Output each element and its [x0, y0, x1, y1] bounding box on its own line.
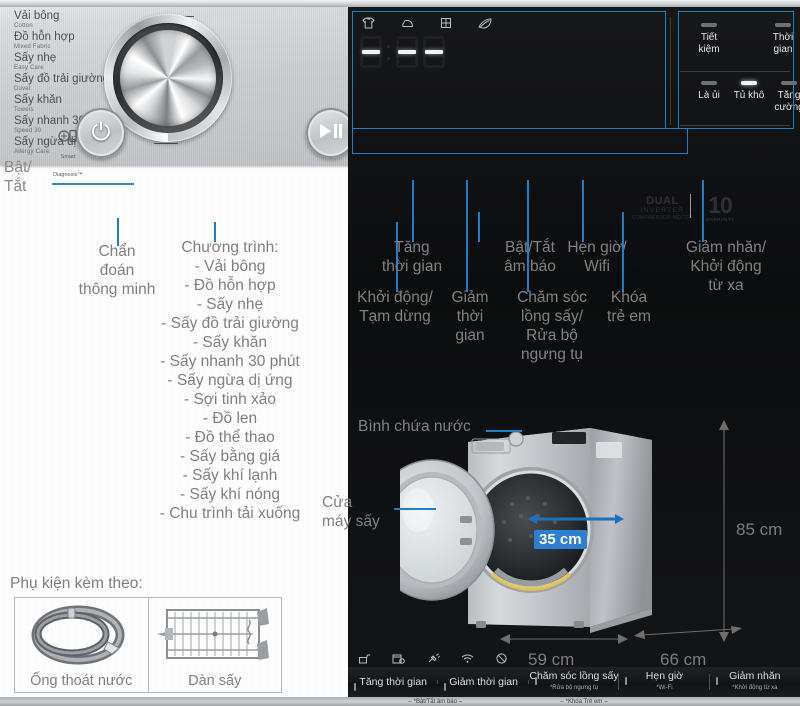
highlight-indicator-area [678, 11, 794, 129]
callout-drum-care: Chăm sóc lồng sấy/ Rửa bộ ngưng tụ [517, 289, 587, 363]
leader-dryer-door [394, 508, 436, 510]
accessory-item-rack: Dàn sấy [147, 598, 282, 692]
display-fineprint: *Nhấn và giữ 3 giây để mở các tính năng … [675, 0, 788, 1]
panel-top-edge [0, 0, 800, 7]
dimension-height-line [718, 420, 730, 642]
power-icon: ⏻ [91, 119, 111, 146]
drying-rack-icon [149, 604, 282, 666]
leader-drum-care [527, 180, 529, 292]
leader-water-tank [486, 430, 522, 432]
arrow-drum-depth [528, 512, 624, 524]
leader-increase-time [412, 180, 414, 242]
diagram-canvas: Màn hình hiển thị và đèn báo EcoHybrid M… [0, 0, 800, 706]
knob-face [120, 30, 216, 126]
smart-diagnosis-mark: Smart Diagnosis™ [45, 128, 91, 181]
accessory-name: Dàn sấy [188, 673, 242, 689]
brand-warranty: 10 WARRANTY [705, 192, 735, 223]
accessory-item-hose: Ống thoát nước [15, 598, 148, 692]
tick-mark [154, 143, 178, 144]
leader-power [52, 183, 134, 185]
leader-timer-wifi [582, 180, 584, 242]
control-panel: Vải bông Cotton Đồ hỗn hợp Mixed Fabric … [0, 0, 800, 706]
drain-hose-icon [15, 604, 148, 666]
brand-warranty-separator [690, 194, 691, 218]
accessories-title: Phụ kiện kèm theo: [10, 575, 143, 592]
display-divider-vertical [670, 17, 671, 125]
callout-wrinkle-remote: Giảm nhăn/ Khởi động từ xa [685, 239, 767, 294]
brand-dual-inverter: DUAL INVERTER COMPRESSOR MOTOR [632, 195, 693, 222]
smart-diagnosis-label: Smart Diagnosis™ [53, 154, 83, 178]
leader-wrinkle-remote [702, 180, 704, 242]
leader-child-lock [622, 212, 624, 292]
accessories-box: Ống thoát nước Dàn sấy [14, 597, 282, 693]
badge-drum-depth: 35 cm [534, 530, 587, 549]
smart-diagnosis-icon [58, 128, 78, 144]
callout-dryer-door: Cửa máy sấy [322, 494, 380, 530]
highlight-display-area [352, 11, 666, 129]
callout-water-tank: Bình chứa nước [358, 418, 471, 435]
dimension-depth-line [634, 626, 742, 640]
dimension-height: 85 cm [736, 520, 783, 539]
dimension-depth: 66 cm [660, 650, 707, 669]
callout-timer-wifi: Hẹn giờ/ Wifi [567, 239, 627, 275]
callout-child-lock: Khóa trẻ em [607, 289, 651, 325]
play-pause-icon [318, 122, 344, 144]
dimension-width: 59 cm [528, 650, 575, 669]
accessory-name: Ống thoát nước [30, 673, 133, 689]
leader-decrease-time [466, 180, 468, 292]
highlight-button-strip [352, 128, 688, 154]
callout-programs: Chương trình: - Vải bông - Đồ hỗn hợp - … [159, 239, 301, 522]
callout-decrease-time: Giảm thời gian [451, 289, 489, 344]
callout-increase-time: Tăng thời gian [381, 239, 443, 275]
dimension-width-line [500, 632, 628, 644]
